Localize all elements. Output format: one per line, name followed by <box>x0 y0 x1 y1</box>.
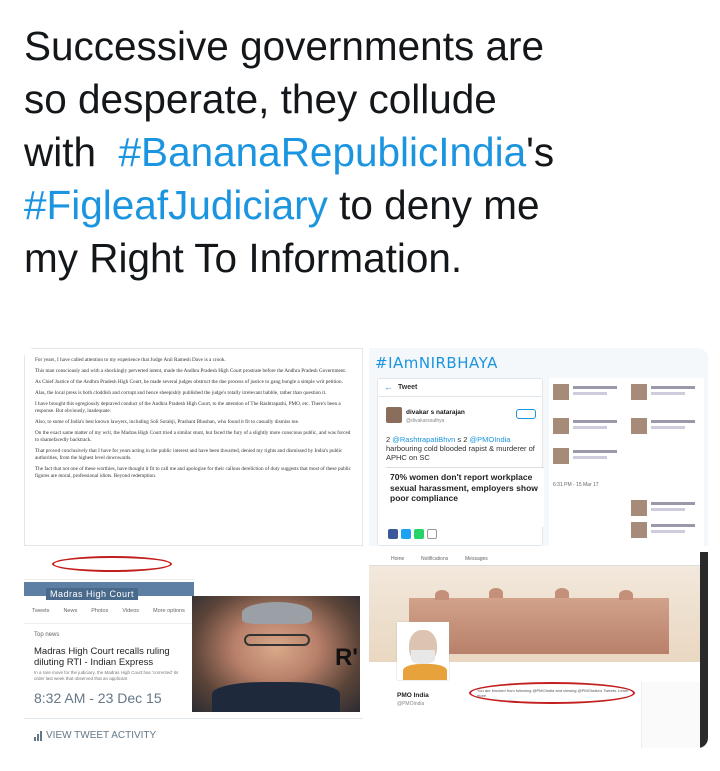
bar-chart-icon <box>34 730 42 741</box>
body-rest: harbouring cold blooded rapist & murdere… <box>386 444 535 462</box>
divider <box>24 718 363 719</box>
tab-videos: Videos <box>122 608 140 614</box>
nav-messages: Messages <box>465 556 488 562</box>
thumb-row <box>631 418 697 440</box>
tab-news: News <box>63 608 78 614</box>
essay-text: For years, I have called attention to my… <box>25 349 362 492</box>
tweet-text: Successive governments are so desperate,… <box>24 20 704 285</box>
essay-paragraph: On the exact same matter of my writ, the… <box>35 430 351 443</box>
thumb-row <box>553 384 619 406</box>
media-image-madras-high-court[interactable]: Madras High Court Tweets News Photos Vid… <box>24 552 363 748</box>
side-panel <box>641 682 703 748</box>
news-snippet: In a rare move for the judiciary, the Ma… <box>34 670 179 681</box>
media-image-essay[interactable]: For years, I have called attention to my… <box>24 348 363 546</box>
tweet-line-3-suffix: 's <box>526 129 555 175</box>
twitter-icon <box>401 529 411 539</box>
tweet-time: 6:31 PM - 15 Mar 17 <box>553 482 599 488</box>
essay-paragraph: This man consciously and with a shocking… <box>35 368 347 374</box>
facebook-icon <box>388 529 398 539</box>
user-handle: @divakarssathya <box>406 418 445 424</box>
share-icons <box>388 529 437 539</box>
activity-label: VIEW TWEET ACTIVITY <box>46 730 157 741</box>
tweet-line-5: my Right To Information. <box>24 235 463 281</box>
tweet-line-1: Successive governments are <box>24 23 544 69</box>
back-arrow-icon: ← <box>384 382 393 392</box>
essay-paragraph: I have brought this egregiously depraved… <box>35 401 341 414</box>
essay-paragraph: The fact that not one of these worthies,… <box>35 466 351 479</box>
thumb-row <box>631 522 697 544</box>
tab-more: More options <box>153 608 185 614</box>
judge-photo: R' <box>192 596 360 712</box>
thumb-row <box>631 500 697 522</box>
view-tweet-activity-link[interactable]: VIEW TWEET ACTIVITY <box>34 730 156 741</box>
nav-home: Home <box>391 556 405 562</box>
essay-paragraph: That proved conclusively that I have for… <box>35 448 343 461</box>
twitter-nav: Home Notifications Messages <box>369 552 708 566</box>
avatar <box>386 407 402 423</box>
essay-paragraph: Alas, the local press is both cloddish a… <box>35 390 327 396</box>
scrollbar <box>700 552 708 748</box>
more-icon <box>427 529 437 539</box>
tweet-timestamp: 8:32 AM - 23 Dec 15 <box>34 690 162 706</box>
hashtag-figleaf-judiciary[interactable]: #FigleafJudiciary <box>24 182 328 228</box>
thumb-row <box>553 418 619 440</box>
nav-notifications: Notifications <box>421 556 449 562</box>
card-title-bar: ← Tweet <box>378 379 542 397</box>
photo-letter: R' <box>334 644 358 671</box>
profile-tabs: Tweets News Photos Videos More options <box>24 602 194 624</box>
hashtag-header: #IAmNIRBHAYA <box>375 354 498 372</box>
tweet-line-2: so desperate, they collude <box>24 76 497 122</box>
thumb-row <box>553 448 619 470</box>
embedded-tweet-card: ← Tweet divakar s natarajan @divakarssat… <box>377 378 544 546</box>
glasses-icon <box>244 634 310 646</box>
mention-rashtrapati: @RashtrapatiBhvn <box>392 435 456 444</box>
tweet-line-3: with #BananaRepublicIndia's <box>24 126 704 179</box>
blocked-notice: You are blocked from following @PMOIndia… <box>477 688 629 698</box>
whatsapp-icon <box>414 529 424 539</box>
card-title: Tweet <box>398 384 418 391</box>
tab-tweets: Tweets <box>32 608 50 614</box>
media-image-pmo-india[interactable]: Home Notifications Messages PMO India @P… <box>369 552 708 748</box>
thumb-row <box>631 384 697 406</box>
related-tweets-pane: 6:31 PM - 15 Mar 17 <box>549 378 704 546</box>
user-name: divakar s natarajan <box>406 409 465 416</box>
highlight-oval <box>52 556 172 572</box>
top-news-label: Top news <box>34 632 60 638</box>
avatar <box>397 622 449 680</box>
profile-handle: @PMOIndia <box>397 701 425 707</box>
tab-photos: Photos <box>91 608 109 614</box>
tweet-line-4: #FigleafJudiciary to deny me <box>24 179 704 232</box>
profile-name: Madras High Court <box>46 588 139 600</box>
media-image-tweet-screenshot[interactable]: #IAmNIRBHAYA ← Tweet divakar s natarajan… <box>369 348 708 546</box>
mention-pmoindia: @PMOIndia <box>469 435 511 444</box>
media-grid: For years, I have called attention to my… <box>24 348 708 748</box>
news-headline: Madras High Court recalls ruling dilutin… <box>34 646 170 668</box>
essay-paragraph: For years, I have called attention to my… <box>35 357 226 363</box>
follow-button <box>516 409 536 419</box>
body-mid: s 2 <box>455 435 470 444</box>
essay-paragraph: As Chief Justice of the Andhra Pradesh H… <box>35 379 343 385</box>
essay-paragraph: Also, to some of India's best known lawy… <box>35 419 300 425</box>
tweet-line-4-suffix: to deny me <box>327 182 540 228</box>
tweet-line-3-prefix: with <box>24 129 119 175</box>
profile-name: PMO India <box>397 692 429 699</box>
tweet-body: 2 @RashtrapatiBhvn s 2 @PMOIndia harbour… <box>386 435 536 462</box>
quoted-headline: 70% women don't report workplace sexual … <box>386 467 544 527</box>
hashtag-banana-republic-india[interactable]: #BananaRepublicIndia <box>119 129 527 175</box>
